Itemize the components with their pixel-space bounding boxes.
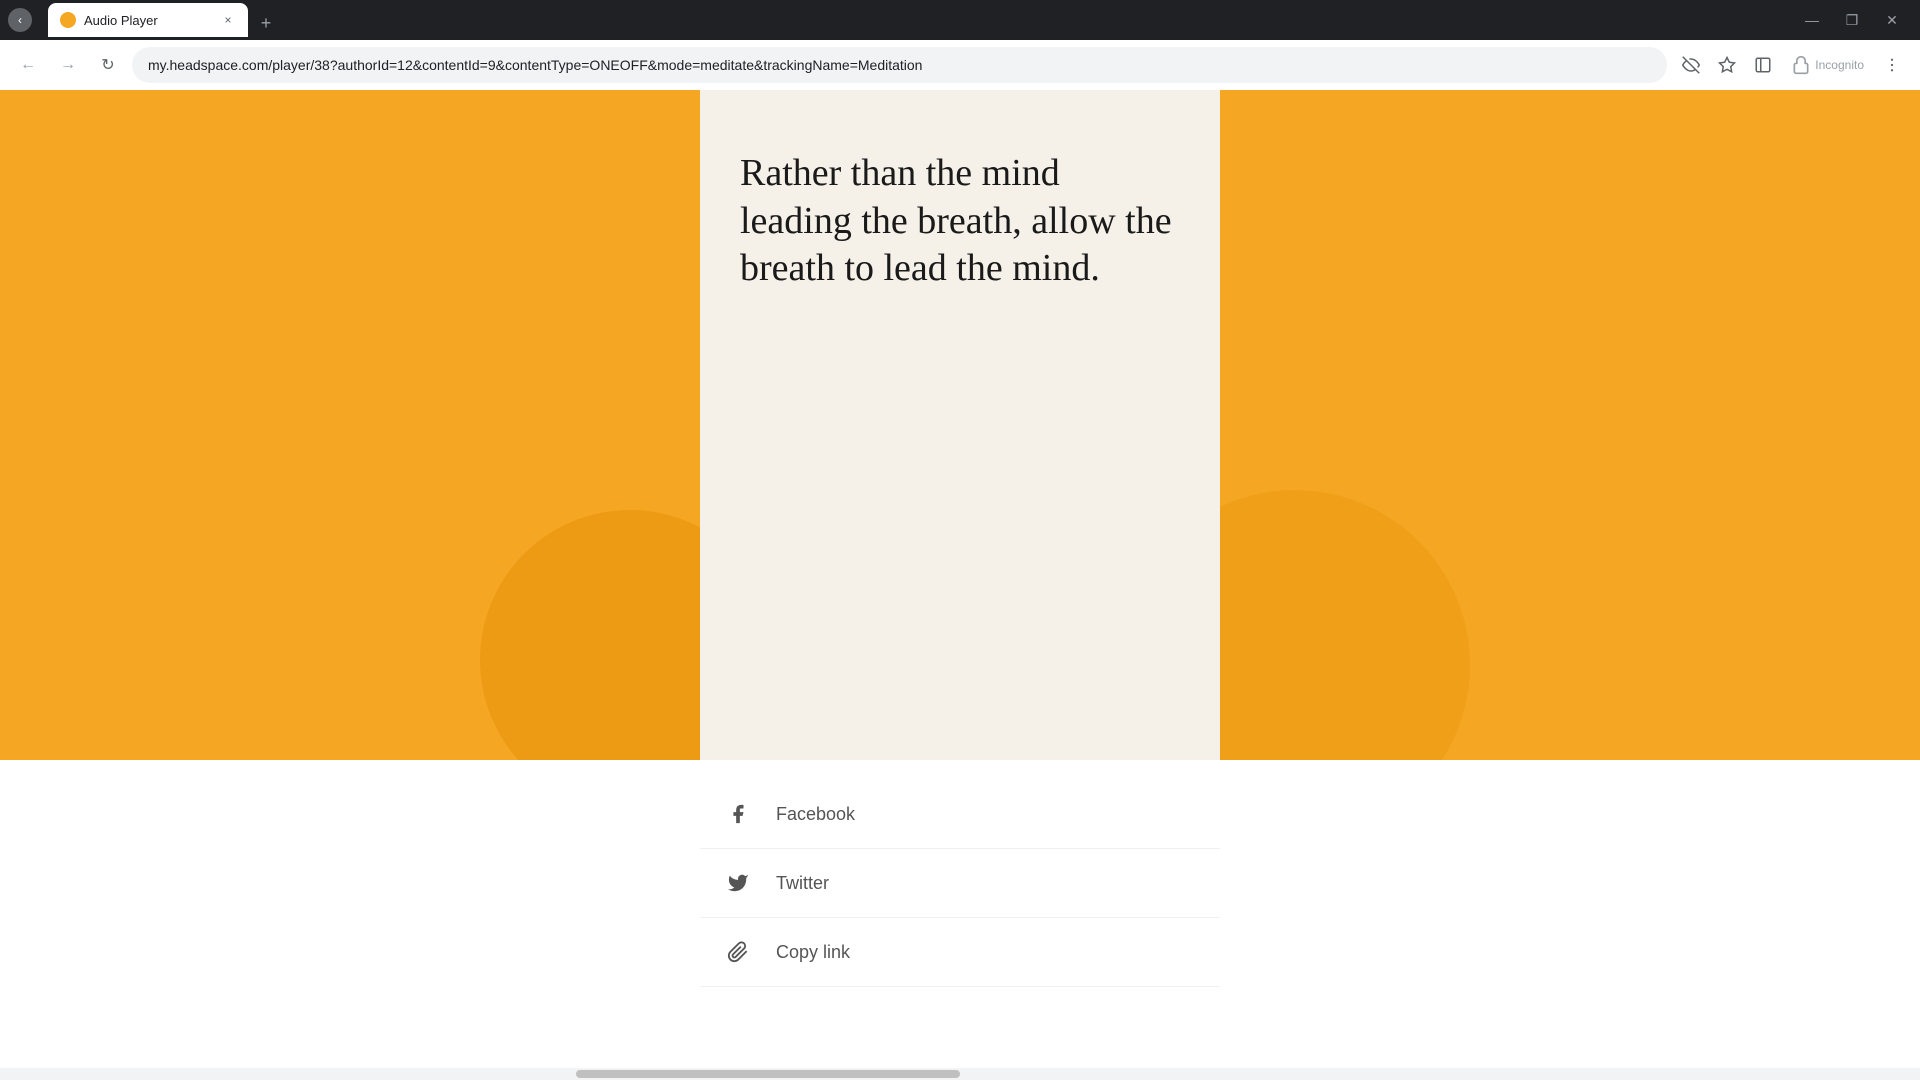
- left-yellow-bg: [0, 90, 700, 760]
- active-tab[interactable]: Audio Player ×: [48, 3, 248, 37]
- page-bottom: Facebook Twitter Copy link: [0, 760, 1920, 1080]
- quote-section: Rather than the mind leading the breath,…: [700, 90, 1220, 323]
- minimize-button[interactable]: —: [1800, 8, 1824, 32]
- toolbar: ← → ↻: [0, 40, 1920, 90]
- copy-link-share-item[interactable]: Copy link: [700, 918, 1220, 987]
- toolbar-actions: Incognito: [1675, 49, 1908, 81]
- reload-button[interactable]: ↻: [92, 49, 124, 81]
- menu-icon[interactable]: [1876, 49, 1908, 81]
- tab-strip: Audio Player × +: [40, 3, 1796, 37]
- scrollbar-thumb[interactable]: [576, 1070, 960, 1078]
- twitter-icon: [720, 865, 756, 901]
- facebook-label: Facebook: [776, 804, 855, 825]
- browser-chrome: ‹ Audio Player × + — ❐ ✕ ← → ↻: [0, 0, 1920, 90]
- twitter-label: Twitter: [776, 873, 829, 894]
- new-tab-button[interactable]: +: [252, 9, 280, 37]
- bookmark-icon[interactable]: [1711, 49, 1743, 81]
- back-button[interactable]: ←: [12, 49, 44, 81]
- tab-favicon: [60, 12, 76, 28]
- address-input[interactable]: [148, 57, 1651, 73]
- incognito-label: Incognito: [1815, 58, 1864, 72]
- window-controls: — ❐ ✕: [1800, 8, 1912, 32]
- right-yellow-bg: [1220, 90, 1920, 760]
- facebook-share-item[interactable]: Facebook: [700, 780, 1220, 849]
- title-bar: ‹ Audio Player × + — ❐ ✕: [0, 0, 1920, 40]
- left-arc-decoration: [480, 510, 700, 760]
- right-arc-decoration: [1220, 490, 1470, 760]
- eye-slash-icon[interactable]: [1675, 49, 1707, 81]
- quote-text: Rather than the mind leading the breath,…: [740, 150, 1180, 293]
- incognito-button[interactable]: Incognito: [1783, 51, 1872, 79]
- tab-prev-button[interactable]: ‹: [8, 8, 32, 32]
- twitter-share-item[interactable]: Twitter: [700, 849, 1220, 918]
- copy-link-label: Copy link: [776, 942, 850, 963]
- copy-link-icon: [720, 934, 756, 970]
- bottom-scrollbar: [0, 1068, 1920, 1080]
- page-content: Rather than the mind leading the breath,…: [0, 90, 1920, 1080]
- tab-close-button[interactable]: ×: [220, 12, 236, 28]
- tab-title: Audio Player: [84, 13, 212, 28]
- share-list: Facebook Twitter Copy link: [700, 760, 1220, 1080]
- sidebar-icon[interactable]: [1747, 49, 1779, 81]
- close-window-button[interactable]: ✕: [1880, 8, 1904, 32]
- facebook-icon: [720, 796, 756, 832]
- forward-button[interactable]: →: [52, 49, 84, 81]
- maximize-button[interactable]: ❐: [1840, 8, 1864, 32]
- address-bar[interactable]: [132, 47, 1667, 83]
